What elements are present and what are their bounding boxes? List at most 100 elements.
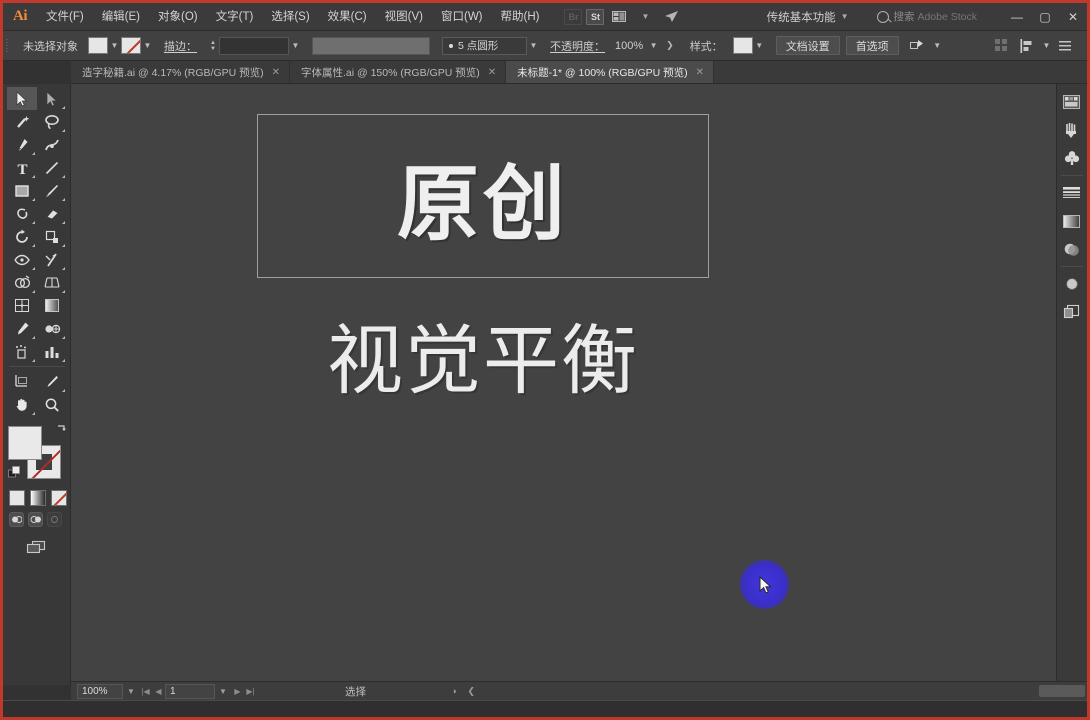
document-tab-2[interactable]: 未标题-1* @ 100% (RGB/GPU 预览) ✕	[506, 61, 715, 83]
draw-behind-button[interactable]	[28, 512, 43, 527]
panel-appearance-icon[interactable]	[1057, 270, 1086, 298]
stock-search-input[interactable]: 搜索 Adobe Stock	[869, 7, 985, 27]
chevron-down-icon[interactable]: ▼	[108, 41, 121, 50]
shaper-tool[interactable]	[7, 202, 37, 225]
menu-view[interactable]: 视图(V)	[376, 3, 432, 31]
change-screen-mode-button[interactable]	[22, 536, 52, 558]
draw-inside-button[interactable]	[47, 512, 62, 527]
lasso-tool[interactable]	[37, 110, 67, 133]
minimize-button[interactable]: —	[1003, 3, 1031, 31]
chevron-down-icon[interactable]: ▼	[753, 41, 766, 50]
workspace-switcher[interactable]: 传统基本功能 ▼	[759, 6, 857, 28]
zoom-tool[interactable]	[37, 393, 67, 416]
document-canvas[interactable]: 原创 视觉平衡 ▲ ▼	[71, 84, 1087, 685]
close-icon[interactable]: ✕	[696, 67, 704, 78]
eyedropper-tool[interactable]	[7, 317, 37, 340]
swap-fill-stroke-icon[interactable]	[55, 424, 68, 439]
rotate-tool[interactable]	[7, 225, 37, 248]
panel-transparency-icon[interactable]	[1057, 235, 1086, 263]
line-segment-tool[interactable]	[37, 156, 67, 179]
selection-tool[interactable]	[7, 87, 37, 110]
rectangle-tool[interactable]	[7, 179, 37, 202]
preferences-button[interactable]: 首选项	[845, 36, 899, 55]
close-icon[interactable]: ✕	[488, 67, 496, 78]
menu-type[interactable]: 文字(T)	[207, 3, 263, 31]
blend-tool[interactable]	[37, 317, 67, 340]
mesh-tool[interactable]	[7, 294, 37, 317]
pen-tool[interactable]	[7, 133, 37, 156]
draw-normal-button[interactable]	[9, 512, 24, 527]
chevron-down-icon[interactable]: ▼	[1040, 41, 1053, 50]
none-swatch-button[interactable]	[51, 490, 67, 506]
stroke-weight-stepper[interactable]: ▲ ▼	[207, 37, 219, 55]
color-swatch-button[interactable]	[9, 490, 25, 506]
symbol-sprayer-tool[interactable]	[7, 340, 37, 363]
default-fill-stroke-icon[interactable]	[8, 466, 21, 484]
artboard-tool[interactable]	[7, 370, 37, 393]
curvature-tool[interactable]	[37, 133, 67, 156]
gradient-tool[interactable]	[37, 294, 67, 317]
panel-color-icon[interactable]	[1057, 88, 1086, 116]
status-menu-icon[interactable]: ❮	[467, 686, 475, 697]
play-icon[interactable]: ◗	[452, 686, 457, 696]
maximize-button[interactable]: ▢	[1031, 3, 1059, 31]
gradient-swatch-button[interactable]	[30, 490, 46, 506]
fill-color-swatch[interactable]	[88, 37, 108, 54]
menu-file[interactable]: 文件(F)	[37, 3, 93, 31]
panel-gradient-icon[interactable]	[1057, 207, 1086, 235]
align-grid-icon[interactable]	[990, 37, 1012, 55]
panel-layers-icon[interactable]	[1057, 298, 1086, 326]
type-tool[interactable]: T	[7, 156, 37, 179]
next-page-icon[interactable]: ▶	[231, 687, 244, 696]
artwork-title-text[interactable]: 原创	[258, 115, 708, 277]
document-tab-1[interactable]: 字体属性.ai @ 150% (RGB/GPU 预览) ✕	[290, 61, 507, 83]
graphic-style-swatch[interactable]	[732, 37, 753, 54]
menu-effect[interactable]: 效果(C)	[319, 3, 376, 31]
stroke-color-swatch[interactable]	[121, 37, 141, 54]
stock-icon[interactable]: St	[586, 8, 605, 25]
chevron-down-icon[interactable]: ▼	[141, 41, 154, 50]
fill-swatch[interactable]	[8, 426, 42, 460]
first-page-icon[interactable]: |◀	[139, 687, 152, 696]
horizontal-scroll-thumb[interactable]	[1039, 685, 1085, 697]
hand-tool[interactable]	[7, 393, 37, 416]
perspective-grid-tool[interactable]	[37, 271, 67, 294]
chevron-down-icon[interactable]: ▼	[527, 41, 540, 50]
panel-options-menu-icon[interactable]	[1055, 37, 1077, 55]
chevron-down-icon[interactable]: ▼	[931, 41, 944, 50]
menu-select[interactable]: 选择(S)	[262, 3, 318, 31]
width-tool[interactable]	[7, 248, 37, 271]
zoom-dropdown-icon[interactable]: ▼	[123, 687, 139, 696]
last-page-icon[interactable]: ▶|	[244, 687, 257, 696]
free-transform-tool[interactable]	[37, 248, 67, 271]
shape-builder-tool[interactable]	[7, 271, 37, 294]
document-tab-0[interactable]: 造字秘籍.ai @ 4.17% (RGB/GPU 预览) ✕	[71, 61, 290, 83]
column-graph-tool[interactable]	[37, 340, 67, 363]
arrange-documents-icon[interactable]	[608, 8, 630, 26]
brush-definition-dropdown[interactable]: 5 点圆形	[442, 36, 527, 55]
artboard-number-input[interactable]: 1	[165, 683, 215, 699]
paintbrush-tool[interactable]	[37, 179, 67, 202]
menu-edit[interactable]: 编辑(E)	[93, 3, 149, 31]
stroke-weight-label[interactable]: 描边：	[154, 38, 207, 54]
artboard-dropdown-icon[interactable]: ▼	[215, 687, 231, 696]
chevron-down-icon[interactable]: ▼	[289, 41, 302, 50]
close-button[interactable]: ✕	[1059, 3, 1087, 31]
zoom-level-input[interactable]: 100%	[77, 683, 123, 699]
status-text[interactable]: 选择	[345, 684, 366, 699]
control-bar-overflow-arrow[interactable]: ❯	[660, 40, 680, 51]
close-icon[interactable]: ✕	[272, 67, 280, 78]
opacity-value[interactable]: 100%	[615, 40, 647, 52]
stroke-weight-input[interactable]	[219, 36, 289, 55]
stroke-profile-dropdown[interactable]	[312, 36, 430, 55]
direct-selection-tool[interactable]	[37, 87, 67, 110]
scale-tool[interactable]	[37, 225, 67, 248]
select-similar-icon[interactable]	[907, 37, 929, 55]
artwork-subtitle-text[interactable]: 视觉平衡	[257, 299, 709, 409]
align-left-icon[interactable]	[1016, 37, 1038, 55]
share-icon[interactable]	[660, 8, 682, 26]
document-setup-button[interactable]: 文档设置	[775, 36, 840, 55]
artwork-title-frame[interactable]: 原创	[257, 114, 709, 278]
bridge-icon[interactable]: Br	[564, 8, 583, 25]
eraser-tool[interactable]	[37, 202, 67, 225]
